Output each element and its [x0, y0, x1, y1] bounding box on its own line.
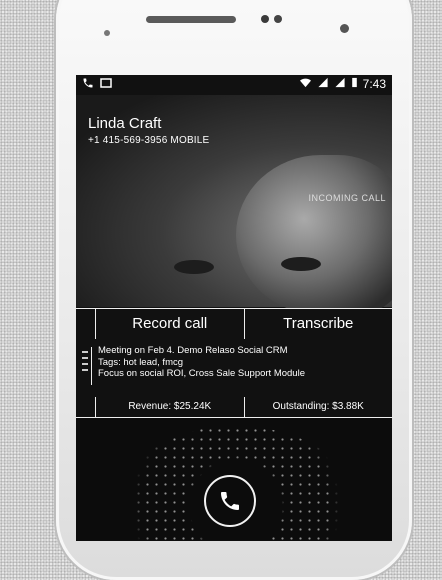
signal-icon-2 — [334, 77, 346, 91]
earpiece — [146, 16, 236, 23]
caller-eye-right — [281, 257, 321, 271]
revenue-stat: Revenue: $25.24K — [96, 397, 245, 417]
answer-area — [76, 418, 392, 541]
crm-notes-text: Meeting on Feb 4. Demo Relaso Social CRM… — [98, 345, 305, 380]
call-actions: Record call Transcribe — [76, 308, 392, 340]
answer-call-button[interactable] — [204, 475, 256, 527]
caller-name: Linda Craft — [88, 115, 162, 132]
record-call-button[interactable]: Record call — [96, 309, 245, 339]
note-line: Tags: hot lead, fmcg — [98, 356, 184, 368]
media-icon — [100, 77, 112, 92]
battery-icon — [351, 77, 358, 91]
front-camera — [340, 24, 349, 33]
phone-icon — [82, 77, 94, 92]
call-state-label: INCOMING CALL — [308, 193, 386, 203]
light-sensor — [274, 15, 282, 23]
outstanding-stat: Outstanding: $3.88K — [272, 401, 364, 412]
actions-spacer — [76, 309, 96, 339]
note-line: Focus on social ROI, Cross Sale Support … — [98, 368, 305, 379]
note-line: Meeting on Feb 4. Demo Relaso Social CRM — [98, 345, 288, 356]
phone-answer-icon — [221, 492, 239, 510]
phone-screen: 7:43 Linda Craft +1 415-569-3956 MOBILE … — [76, 75, 392, 541]
proximity-sensor — [261, 15, 269, 23]
status-time: 7:43 — [362, 77, 386, 91]
status-bar: 7:43 — [76, 75, 392, 95]
crm-stats: Revenue: $25.24K Outstanding: $3.88K — [76, 397, 392, 418]
notification-led — [104, 30, 110, 36]
caller-number: +1 415-569-3956 MOBILE — [88, 135, 210, 146]
transcribe-button[interactable]: Transcribe — [245, 309, 393, 339]
caller-eye-left — [174, 260, 214, 274]
stats-spacer — [76, 397, 96, 417]
drag-handle-icon[interactable] — [81, 347, 92, 385]
crm-notes-panel: Meeting on Feb 4. Demo Relaso Social CRM… — [76, 339, 392, 398]
wifi-icon — [299, 77, 312, 91]
caller-face — [236, 155, 392, 315]
signal-icon — [317, 77, 329, 91]
